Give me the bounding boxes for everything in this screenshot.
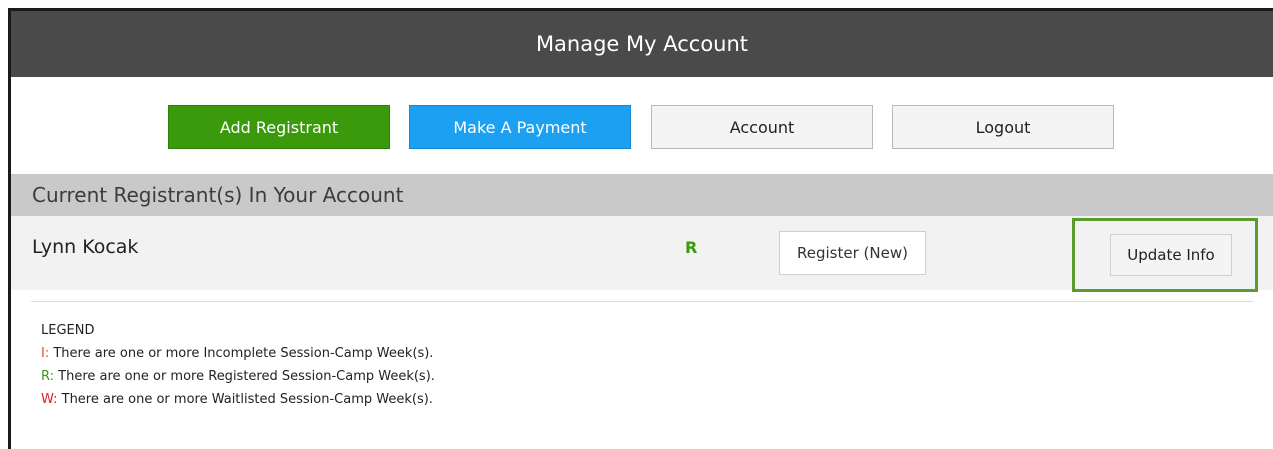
registrants-section-header: Current Registrant(s) In Your Account <box>11 174 1273 216</box>
legend-text-waitlisted: There are one or more Waitlisted Session… <box>61 392 433 407</box>
account-panel: Manage My Account Add Registrant Make A … <box>8 8 1273 449</box>
logout-button[interactable]: Logout <box>892 105 1114 149</box>
legend-text-incomplete: There are one or more Incomplete Session… <box>53 346 434 361</box>
legend-code-registered: R: <box>41 369 55 384</box>
registrant-status-badge: R <box>685 238 698 257</box>
legend-item-incomplete: I: There are one or more Incomplete Sess… <box>41 342 435 365</box>
legend-code-waitlisted: W: <box>41 392 58 407</box>
make-payment-button[interactable]: Make A Payment <box>409 105 631 149</box>
account-button[interactable]: Account <box>651 105 873 149</box>
page-title-bar: Manage My Account <box>11 11 1273 77</box>
registrants-section-title: Current Registrant(s) In Your Account <box>32 183 404 207</box>
registrant-name: Lynn Kocak <box>32 236 139 258</box>
legend-title: LEGEND <box>41 323 95 338</box>
legend-code-incomplete: I: <box>41 346 50 361</box>
legend-item-waitlisted: W: There are one or more Waitlisted Sess… <box>41 388 435 411</box>
section-divider <box>31 301 1253 302</box>
update-info-button[interactable]: Update Info <box>1110 234 1232 276</box>
add-registrant-button[interactable]: Add Registrant <box>168 105 390 149</box>
registrant-row: Lynn Kocak R Register (New) Update Info <box>11 216 1273 292</box>
register-new-button[interactable]: Register (New) <box>779 231 926 275</box>
legend-item-registered: R: There are one or more Registered Sess… <box>41 365 435 388</box>
legend: LEGEND I: There are one or more Incomple… <box>41 319 435 411</box>
page-title: Manage My Account <box>535 32 749 56</box>
legend-text-registered: There are one or more Registered Session… <box>58 369 435 384</box>
